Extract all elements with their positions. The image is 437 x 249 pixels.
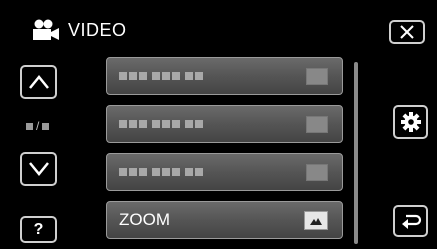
menu-item-label: ZOOM — [119, 210, 170, 229]
mountain-icon — [310, 217, 322, 225]
back-button[interactable] — [393, 205, 428, 237]
gear-icon — [400, 112, 421, 132]
placeholder-label — [119, 168, 203, 176]
help-label: ? — [33, 220, 44, 238]
help-button[interactable]: ? — [20, 216, 57, 243]
close-icon — [400, 25, 414, 39]
page-indicator: / — [26, 119, 50, 133]
chevron-up-icon — [28, 75, 49, 89]
scroll-up-button[interactable] — [20, 65, 57, 99]
placeholder-label — [119, 120, 203, 128]
placeholder-value-icon — [306, 164, 328, 181]
menu-item-2[interactable] — [106, 105, 343, 143]
scroll-down-button[interactable] — [20, 152, 57, 186]
menu-item-3[interactable] — [106, 153, 343, 191]
placeholder-label — [119, 72, 203, 80]
placeholder-value-icon — [306, 68, 328, 85]
total-pages-marker — [42, 122, 50, 130]
header: VIDEO — [30, 16, 127, 44]
video-camera-icon — [33, 19, 59, 40]
settings-button[interactable] — [393, 105, 428, 139]
scrollbar[interactable] — [354, 62, 358, 244]
current-page-marker — [26, 122, 33, 130]
return-icon — [401, 214, 421, 229]
close-button[interactable] — [389, 20, 425, 44]
page-separator: / — [36, 119, 40, 133]
chevron-down-icon — [28, 162, 49, 176]
menu-item-zoom[interactable]: ZOOM — [106, 201, 343, 239]
zoom-value-indicator — [304, 211, 328, 230]
placeholder-value-icon — [306, 116, 328, 133]
menu-item-1[interactable] — [106, 57, 343, 95]
page-title: VIDEO — [68, 19, 127, 40]
